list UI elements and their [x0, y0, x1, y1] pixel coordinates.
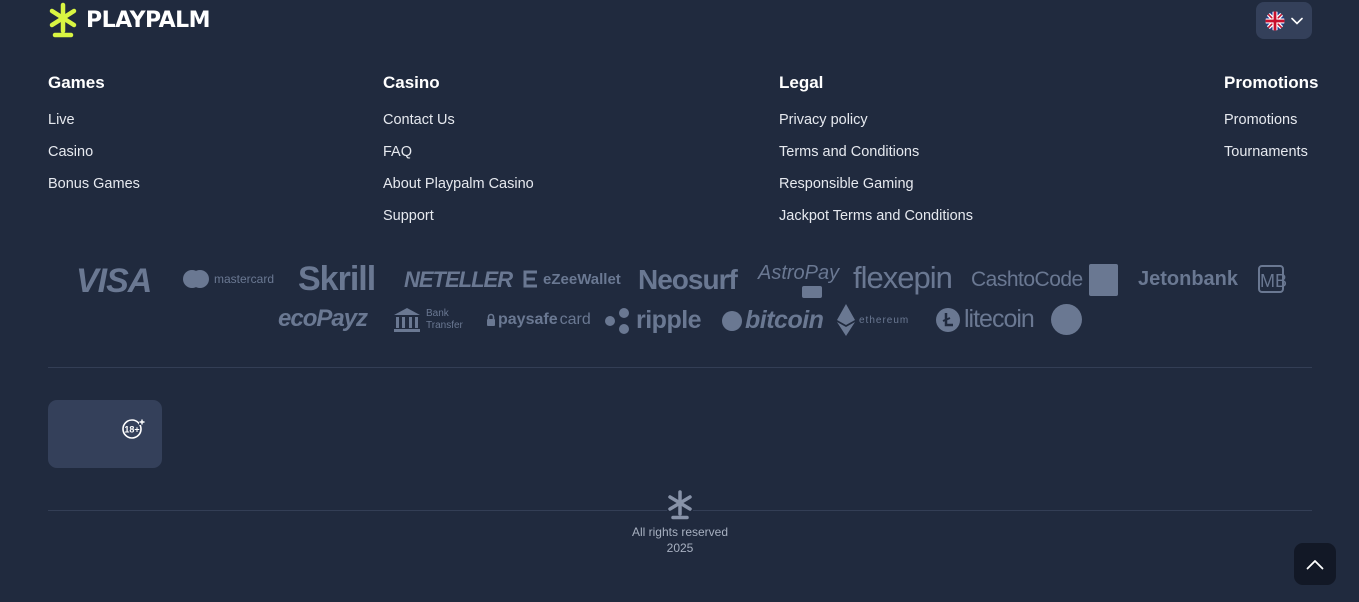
column-games: Games Live Casino Bonus Games — [48, 70, 140, 200]
link-responsible-gaming[interactable]: Responsible Gaming — [779, 168, 973, 200]
bank-label-line2: Transfer — [426, 320, 463, 331]
link-bonus-games[interactable]: Bonus Games — [48, 168, 140, 200]
payment-placeholder-square — [1089, 264, 1118, 296]
litecoin-icon — [936, 307, 960, 332]
uk-flag-icon — [1265, 11, 1285, 30]
palm-asterisk-icon — [49, 2, 77, 38]
column-title-legal: Legal — [779, 73, 824, 92]
ethereum-logo: ethereum — [837, 304, 909, 336]
copyright: All rights reserved 2025 — [580, 524, 780, 556]
litecoin-logo: litecoin — [935, 305, 1035, 334]
palm-asterisk-icon — [668, 490, 692, 520]
link-about[interactable]: About Playpalm Casino — [383, 168, 534, 200]
bitcoin-icon — [722, 310, 742, 331]
skrill-logo: Skrill — [298, 260, 376, 298]
mastercard-label: mastercard — [214, 272, 275, 286]
link-contact-us[interactable]: Contact Us — [383, 104, 534, 136]
ripple-label: ripple — [636, 306, 702, 334]
link-live[interactable]: Live — [48, 104, 140, 136]
ezeewallet-logo: eZeeWallet — [521, 269, 621, 289]
padlock-icon — [487, 313, 495, 326]
scroll-to-top-button[interactable] — [1294, 543, 1336, 585]
bank-transfer-logo: Bank Transfer — [392, 306, 472, 336]
jetonbank-logo: Jetonbank — [1138, 268, 1239, 290]
column-title-promotions: Promotions — [1224, 73, 1319, 92]
link-privacy-policy[interactable]: Privacy policy — [779, 104, 973, 136]
rights-text: All rights reserved — [631, 525, 729, 539]
neteller-logo: NETELLER — [404, 267, 513, 292]
ripple-icon — [605, 307, 629, 334]
column-legal: Legal Privacy policy Terms and Condition… — [779, 70, 973, 232]
ethereum-icon — [837, 304, 855, 336]
rights-year: 2025 — [666, 541, 694, 555]
mastercard-logo: mastercard — [182, 269, 274, 289]
brand-logo[interactable]: PLAYPALM — [48, 2, 211, 38]
column-title-games: Games — [48, 73, 105, 92]
bitcoin-label: bitcoin — [745, 306, 824, 334]
cashtocode-logo: CashtoCode — [971, 268, 1083, 291]
paysafecard-logo: paysafe card — [486, 311, 591, 329]
payment-placeholder-circle — [1051, 304, 1082, 335]
footer-logo — [667, 490, 693, 520]
chevron-down-icon — [1291, 17, 1303, 25]
paysafe-card-label: card — [559, 311, 591, 328]
link-faq[interactable]: FAQ — [383, 136, 534, 168]
paysafe-label: paysafe — [498, 311, 558, 328]
ripple-logo: ripple — [604, 306, 702, 335]
neosurf-logo: Neosurf — [638, 264, 738, 295]
age-badge-text: 18+ — [124, 425, 139, 435]
bank-icon — [394, 308, 420, 332]
link-promotions[interactable]: Promotions — [1224, 104, 1318, 136]
link-terms[interactable]: Terms and Conditions — [779, 136, 973, 168]
divider-top — [48, 367, 1312, 368]
column-casino: Casino Contact Us FAQ About Playpalm Cas… — [383, 70, 534, 232]
age-18-plus-icon: 18+ — [122, 419, 145, 439]
brand-name: PLAYPALM — [86, 7, 211, 33]
ezeewallet-icon — [523, 270, 537, 288]
astropay-card-icon — [802, 286, 822, 298]
link-jackpot-terms[interactable]: Jackpot Terms and Conditions — [779, 200, 973, 232]
ezeewallet-label: eZeeWallet — [543, 270, 621, 288]
link-tournaments[interactable]: Tournaments — [1224, 136, 1318, 168]
payment-methods: VISA mastercard Skrill NETELLER eZeeWall… — [0, 258, 1359, 344]
visa-logo: VISA — [76, 262, 152, 300]
top-bar: PLAYPALM — [0, 0, 1359, 40]
mb-logo: MB — [1258, 265, 1287, 293]
age-restriction-card: 18+ — [48, 400, 162, 468]
ethereum-label: ethereum — [859, 314, 910, 326]
bank-label-line1: Bank — [426, 308, 449, 319]
bitcoin-logo: bitcoin — [721, 306, 824, 335]
astropay-logo: AstroPay — [758, 262, 839, 298]
link-casino[interactable]: Casino — [48, 136, 140, 168]
link-support[interactable]: Support — [383, 200, 534, 232]
mastercard-circles-icon — [183, 270, 209, 288]
chevron-up-icon — [1306, 559, 1324, 569]
litecoin-label: litecoin — [964, 305, 1035, 333]
flexepin-logo: flexepin — [853, 260, 953, 295]
astropay-label: AstroPay — [758, 262, 840, 284]
language-selector[interactable] — [1256, 2, 1312, 39]
ecopayz-logo: ecoPayz — [278, 305, 368, 332]
column-title-casino: Casino — [383, 73, 440, 92]
column-promotions: Promotions Promotions Tournaments — [1224, 70, 1318, 168]
